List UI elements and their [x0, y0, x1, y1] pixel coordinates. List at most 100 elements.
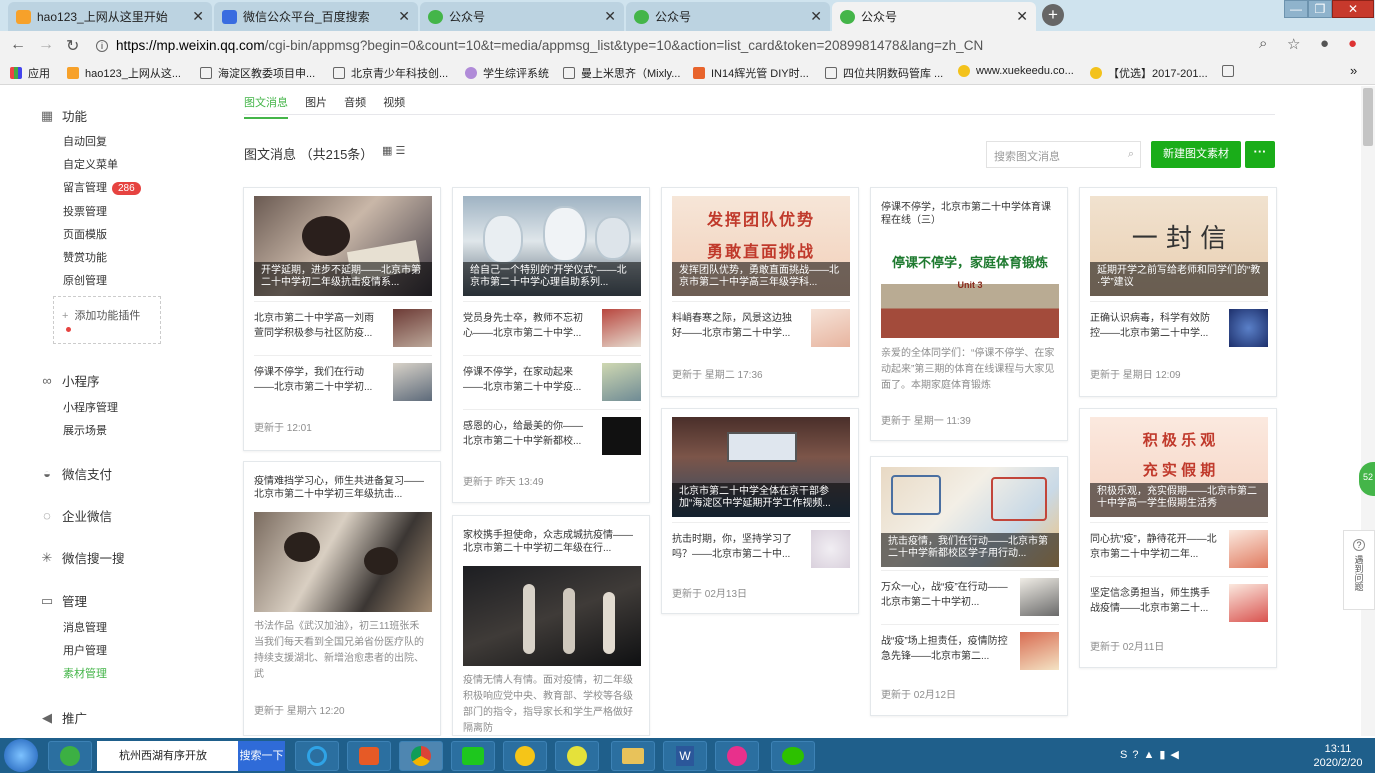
- new-tab-button[interactable]: +: [1042, 4, 1064, 26]
- sidebar-section-search[interactable]: ✳ 微信搜一搜: [40, 548, 125, 567]
- article-card[interactable]: 停课不停学，北京市第二十中学体育课程在线（三） 停课不停学，家庭体育锻炼 Uni…: [870, 187, 1068, 441]
- bookmark-blank[interactable]: [1222, 65, 1240, 77]
- bookmark-mixly[interactable]: 曼上米思齐（Mixly...: [563, 65, 680, 81]
- cover-image[interactable]: 发挥团队优势 勇敢直面挑战 发挥团队优势，勇敢直面挑战——北京市第二十中学高三年…: [672, 196, 850, 296]
- card-view-icon[interactable]: ▦: [382, 145, 392, 157]
- list-item[interactable]: 坚定信念勇担当，师生携手战疫情——北京市第二十...: [1090, 576, 1268, 630]
- sidebar-section-promo[interactable]: ◀ 推广: [40, 708, 87, 727]
- bookmark-youxuan[interactable]: 【优选】2017-201...: [1090, 65, 1208, 81]
- sidebar-item-custom-menu[interactable]: 自定义菜单: [63, 156, 118, 172]
- taskbar-app-explorer[interactable]: [611, 741, 655, 771]
- tab-video[interactable]: 视频: [383, 97, 405, 109]
- sidebar-section-manage[interactable]: ▭ 管理: [40, 591, 87, 610]
- list-view-icon[interactable]: ☰: [395, 145, 405, 157]
- cover-image[interactable]: 积 极 乐 观 充 实 假 期 积极乐观，充实假期——北京市第二十中学高一学生假…: [1090, 417, 1268, 517]
- list-item[interactable]: 料峭春寒之际，风景这边独好——北京市第二十中学...: [672, 301, 850, 355]
- taskbar-app-wechat[interactable]: [771, 741, 815, 771]
- search-input[interactable]: 搜索图文消息 ⌕: [986, 141, 1141, 168]
- volume-icon[interactable]: ◀: [1170, 749, 1183, 761]
- taskbar-app-youku[interactable]: [715, 741, 759, 771]
- sidebar-item-reward[interactable]: 赞赏功能: [63, 249, 107, 265]
- article-card[interactable]: 抗击疫情，我们在行动——北京市第二十中学新都校区学子用行动... 万众一心，战“…: [870, 456, 1068, 716]
- article-card[interactable]: 一 封 信 延期开学之前写给老师和同学们的“教·学”建议 正确认识病毒，科学有效…: [1079, 187, 1277, 397]
- sidebar-item-page-template[interactable]: 页面模版: [63, 226, 107, 242]
- sidebar-section-function[interactable]: ▦ 功能: [40, 106, 87, 125]
- sidebar-item-user-manage[interactable]: 用户管理: [63, 642, 107, 658]
- list-item[interactable]: 停课不停学，我们在行动——北京市第二十中学初...: [254, 355, 432, 409]
- cover-image[interactable]: 北京市第二十中学全体在京干部参加“海淀区中学延期开学工作视频...: [672, 417, 850, 517]
- list-item[interactable]: 同心抗“疫”，静待花开——北京市第二十中学初二年...: [1090, 522, 1268, 576]
- start-button[interactable]: [4, 739, 38, 772]
- tab-gongzhonghao-1[interactable]: 公众号 ✕: [420, 2, 624, 31]
- list-item[interactable]: 感恩的心，给最美的你——北京市第二十中学新都校...: [463, 409, 641, 463]
- tab-baidu[interactable]: 微信公众平台_百度搜索 ✕: [214, 2, 418, 31]
- article-card[interactable]: 疫情难挡学习心，师生共进备复习——北京市第二十中学初三年级抗击... 书法作品《…: [243, 461, 441, 736]
- tab-gongzhonghao-2[interactable]: 公众号 ✕: [626, 2, 830, 31]
- bookmark-apps[interactable]: 应用: [10, 65, 50, 81]
- reload-icon[interactable]: ↻: [66, 36, 79, 56]
- taskbar-search[interactable]: 杭州西湖有序开放 搜索一下: [97, 741, 285, 771]
- tab-news[interactable]: 图文消息: [244, 97, 288, 119]
- forward-icon[interactable]: →: [38, 36, 54, 54]
- list-item[interactable]: 北京市第二十中学高一刘雨萱同学积极参与社区防疫...: [254, 301, 432, 355]
- bookmark-zongping[interactable]: 学生综评系统: [465, 65, 549, 81]
- bookmark-haidian[interactable]: 海淀区教委项目申...: [200, 65, 315, 81]
- list-item[interactable]: 停课不停学，在家动起来——北京市第二十中学疫...: [463, 355, 641, 409]
- taskbar-app-iqiyi[interactable]: [451, 741, 495, 771]
- minimize-button[interactable]: —: [1284, 0, 1308, 18]
- sidebar-section-miniprogram[interactable]: ∞ 小程序: [40, 371, 99, 390]
- account-icon[interactable]: ●: [1320, 35, 1329, 52]
- floating-badge[interactable]: 52: [1359, 462, 1375, 496]
- help-icon[interactable]: ?: [1132, 749, 1143, 761]
- close-window-button[interactable]: ✕: [1332, 0, 1374, 18]
- taskbar-app-360[interactable]: [48, 741, 92, 771]
- list-item[interactable]: 万众一心，战“疫”在行动——北京市第二十中学初...: [881, 570, 1059, 624]
- tab-gongzhonghao-active[interactable]: 公众号 ✕: [832, 2, 1036, 31]
- taskbar-app-player[interactable]: [503, 741, 547, 771]
- article-card[interactable]: 家校携手担使命，众志成城抗疫情——北京市第二十中学初二年级在行... 疫情无情人…: [452, 515, 650, 736]
- article-card[interactable]: 开学延期，进步不延期——北京市第二十中学初二年级抗击疫情系... 北京市第二十中…: [243, 187, 441, 451]
- taskbar-app-chrome[interactable]: [399, 741, 443, 771]
- more-button[interactable]: ···: [1245, 141, 1275, 168]
- maximize-button[interactable]: ❐: [1308, 0, 1332, 18]
- tab-audio[interactable]: 音频: [344, 97, 366, 109]
- cover-image[interactable]: 给自己一个特别的“开学仪式”——北京市第二十中学心理自助系列...: [463, 196, 641, 296]
- cover-image[interactable]: 开学延期，进步不延期——北京市第二十中学初二年级抗击疫情系...: [254, 196, 432, 296]
- address-bar[interactable]: i https://mp.weixin.qq.com/cgi-bin/appmsg…: [96, 33, 1311, 58]
- close-icon[interactable]: ✕: [192, 8, 204, 25]
- star-icon[interactable]: ☆: [1287, 35, 1300, 53]
- taskbar-app-media[interactable]: [347, 741, 391, 771]
- sidebar-item-vote[interactable]: 投票管理: [63, 203, 107, 219]
- bookmark-qingshaonian[interactable]: 北京青少年科技创...: [333, 65, 448, 81]
- close-icon[interactable]: ✕: [604, 8, 616, 25]
- new-article-button[interactable]: 新建图文素材: [1151, 141, 1241, 168]
- sidebar-section-work-wechat[interactable]: ◌ 企业微信: [40, 506, 112, 525]
- back-icon[interactable]: ←: [10, 36, 26, 54]
- list-item[interactable]: 正确认识病毒，科学有效防控——北京市第二十中学...: [1090, 301, 1268, 355]
- system-clock[interactable]: 13:11 2020/2/20: [1304, 742, 1372, 770]
- cover-image[interactable]: 抗击疫情，我们在行动——北京市第二十中学新都校区学子用行动...: [881, 467, 1059, 567]
- search-icon[interactable]: ⌕: [1128, 148, 1134, 161]
- zoom-icon[interactable]: ⌕: [1259, 35, 1267, 52]
- article-card[interactable]: 积 极 乐 观 充 实 假 期 积极乐观，充实假期——北京市第二十中学高一学生假…: [1079, 408, 1277, 668]
- close-icon[interactable]: ✕: [1016, 8, 1028, 25]
- bookmarks-more[interactable]: »: [1350, 63, 1357, 78]
- close-icon[interactable]: ✕: [810, 8, 822, 25]
- taskbar-search-button[interactable]: 搜索一下: [238, 741, 285, 771]
- system-tray[interactable]: S?▲▮◀: [1120, 748, 1184, 761]
- sidebar-item-message-manage[interactable]: 消息管理: [63, 619, 107, 635]
- taskbar-app-word[interactable]: W: [663, 741, 707, 771]
- extension-icon[interactable]: ●: [1348, 35, 1357, 52]
- help-button[interactable]: ? 遇到问题: [1343, 530, 1375, 610]
- list-item[interactable]: 战“疫”场上担责任，疫情防控急先锋——北京市第二...: [881, 624, 1059, 678]
- info-icon[interactable]: i: [96, 40, 108, 53]
- bookmark-hao123[interactable]: hao123_上网从这...: [67, 65, 181, 81]
- article-card[interactable]: 给自己一个特别的“开学仪式”——北京市第二十中学心理自助系列... 党员身先士卒…: [452, 187, 650, 503]
- sidebar-item-material-manage[interactable]: 素材管理: [63, 665, 107, 681]
- bookmark-xuekeedu[interactable]: www.xuekeedu.co...: [958, 65, 1074, 77]
- taskbar-app-classroom[interactable]: [555, 741, 599, 771]
- add-plugin-button[interactable]: + 添加功能插件: [53, 296, 161, 344]
- article-card[interactable]: 北京市第二十中学全体在京干部参加“海淀区中学延期开学工作视频... 抗击时期，你…: [661, 408, 859, 614]
- list-item[interactable]: 抗击时期，你，坚持学习了吗？——北京市第二十中...: [672, 522, 850, 576]
- sidebar-section-pay[interactable]: ◒ 微信支付: [40, 464, 112, 483]
